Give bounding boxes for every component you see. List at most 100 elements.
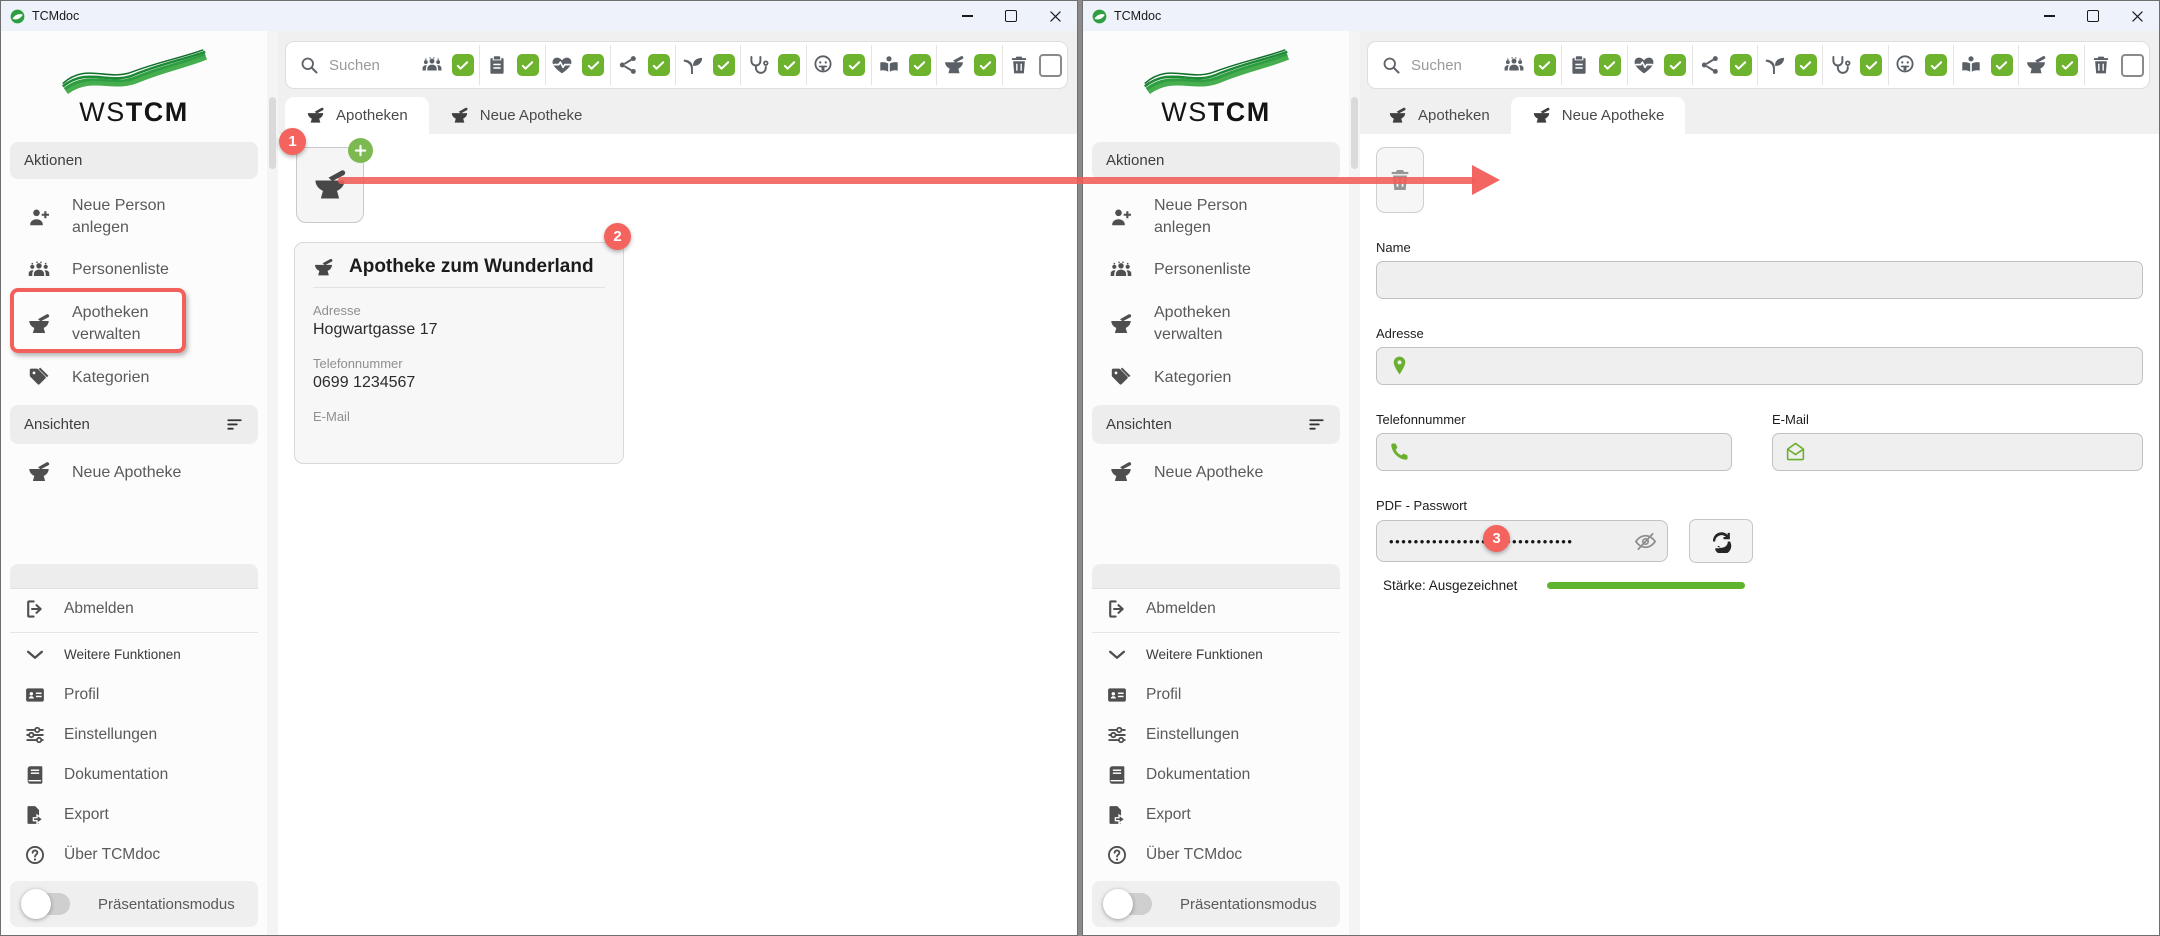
envelope-icon <box>1785 441 1806 462</box>
filter-checkbox-stethoscope[interactable] <box>778 54 800 76</box>
maximize-button[interactable] <box>989 1 1033 31</box>
sidebar-item-apotheken-verwalten[interactable]: Apotheken verwalten <box>1092 292 1340 355</box>
regenerate-password-button[interactable] <box>1689 519 1753 563</box>
toolbar <box>1367 41 2150 89</box>
mortar-pestle-icon <box>1532 106 1551 125</box>
sidebar-item-label: Über TCMdoc <box>1146 845 1242 866</box>
filter-checkbox-clipboard[interactable] <box>517 54 539 76</box>
name-input[interactable] <box>1376 261 2143 299</box>
sidebar-item-uber-tcmdoc[interactable]: Über TCMdoc <box>10 835 258 875</box>
sliders-icon <box>22 724 48 746</box>
filter-checkbox-face-tongue[interactable] <box>843 54 865 76</box>
logout-icon <box>22 598 48 620</box>
minimize-button[interactable] <box>2027 1 2071 31</box>
search-input[interactable] <box>327 56 403 75</box>
sidebar-item-profil[interactable]: Profil <box>1092 675 1340 715</box>
sliders-icon <box>1104 724 1130 746</box>
sort-lines-icon[interactable] <box>225 415 244 434</box>
sync-icon <box>1710 530 1733 553</box>
presentation-mode-toggle[interactable] <box>24 893 70 915</box>
sidebar-item-weitere-funktionen[interactable]: Weitere Funktionen <box>10 635 258 675</box>
share-nodes-icon <box>1699 54 1721 76</box>
sidebar-item-label: Personenliste <box>72 259 208 281</box>
filter-checkbox-mortar-pestle[interactable] <box>974 54 996 76</box>
filter-checkbox-clipboard[interactable] <box>1599 54 1621 76</box>
filter-checkbox-book-reader[interactable] <box>909 54 931 76</box>
sidebar-item-abmelden[interactable]: Abmelden <box>10 589 258 633</box>
pdf-password-input[interactable]: •••••••••••••••••••••••••••••• <box>1376 520 1668 562</box>
filter-checkbox-share-nodes[interactable] <box>1730 54 1752 76</box>
filter-checkbox-heart-pulse[interactable] <box>1664 54 1686 76</box>
search-input[interactable] <box>1409 56 1485 75</box>
tab-neue-apotheke[interactable]: Neue Apotheke <box>429 97 604 134</box>
email-label: E-Mail <box>1772 412 2143 427</box>
sidebar-item-profil[interactable]: Profil <box>10 675 258 715</box>
search-box[interactable] <box>286 42 415 88</box>
tab-bar: Apotheken Neue Apotheke <box>1367 97 2159 134</box>
filter-checkbox-seedling[interactable] <box>713 54 735 76</box>
filter-checkbox-share-nodes[interactable] <box>648 54 670 76</box>
sort-lines-icon[interactable] <box>1307 415 1326 434</box>
apotheke-card[interactable]: Apotheke zum Wunderland AdresseHogwartga… <box>294 242 624 464</box>
filter-checkbox-heart-pulse[interactable] <box>582 54 604 76</box>
sidebar-item-neue-person-anlegen[interactable]: Neue Person anlegen <box>10 185 258 248</box>
book-reader-icon <box>878 54 900 76</box>
sidebar-item-export[interactable]: Export <box>1092 795 1340 835</box>
presentation-mode-row: Präsentationsmodus <box>1092 881 1340 927</box>
maximize-button[interactable] <box>2071 1 2115 31</box>
search-box[interactable] <box>1368 42 1497 88</box>
eye-slash-icon[interactable] <box>1634 530 1657 553</box>
password-masked-value: •••••••••••••••••••••••••••••• <box>1389 534 1634 549</box>
person-plus-icon <box>1108 205 1134 229</box>
filter-checkbox-stethoscope[interactable] <box>1860 54 1882 76</box>
sidebar: WSTCM Aktionen Neue Person anlegenPerson… <box>1083 31 1349 935</box>
sidebar-item-personenliste[interactable]: Personenliste <box>1092 248 1340 292</box>
filter-checkbox-trash[interactable] <box>1039 54 1062 77</box>
sidebar-scrollbar[interactable] <box>1349 31 1360 935</box>
sidebar-item-einstellungen[interactable]: Einstellungen <box>10 715 258 755</box>
sidebar-footer: Abmelden Weitere FunktionenProfilEinstell… <box>10 588 258 935</box>
sidebar-item-dokumentation[interactable]: Dokumentation <box>10 755 258 795</box>
presentation-mode-row: Präsentationsmodus <box>10 881 258 927</box>
filter-checkbox-seedling[interactable] <box>1795 54 1817 76</box>
sidebar-item-kategorien[interactable]: Kategorien <box>10 355 258 399</box>
close-button[interactable] <box>2115 1 2159 31</box>
filter-checkbox-people-group[interactable] <box>452 54 474 76</box>
minimize-button[interactable] <box>945 1 989 31</box>
sidebar-item-dokumentation[interactable]: Dokumentation <box>1092 755 1340 795</box>
tab-apotheken[interactable]: Apotheken <box>1367 97 1511 134</box>
presentation-mode-toggle[interactable] <box>1106 893 1152 915</box>
mortar-pestle-icon <box>306 106 325 125</box>
filter-checkbox-face-tongue[interactable] <box>1925 54 1947 76</box>
sidebar-item-einstellungen[interactable]: Einstellungen <box>1092 715 1340 755</box>
filter-checkbox-trash[interactable] <box>2121 54 2144 77</box>
filter-checkbox-mortar-pestle[interactable] <box>2056 54 2078 76</box>
annotation-arrow-line <box>338 177 1476 184</box>
sidebar-item-uber-tcmdoc[interactable]: Über TCMdoc <box>1092 835 1340 875</box>
tab-apotheken[interactable]: Apotheken <box>285 97 429 134</box>
email-input[interactable] <box>1772 433 2143 471</box>
location-pin-icon <box>1389 355 1410 376</box>
sidebar-item-personenliste[interactable]: Personenliste <box>10 248 258 292</box>
sidebar-item-weitere-funktionen[interactable]: Weitere Funktionen <box>1092 635 1340 675</box>
adresse-input[interactable] <box>1376 347 2143 385</box>
sidebar-item-label: Abmelden <box>64 599 134 620</box>
tab-neue-apotheke[interactable]: Neue Apotheke <box>1511 97 1686 134</box>
sidebar-item-export[interactable]: Export <box>10 795 258 835</box>
filter-checkbox-people-group[interactable] <box>1534 54 1556 76</box>
add-apotheke-button[interactable] <box>296 147 364 223</box>
filter-toggles <box>1497 42 2149 88</box>
sidebar-item-neue-person-anlegen[interactable]: Neue Person anlegen <box>1092 185 1340 248</box>
close-button[interactable] <box>1033 1 1077 31</box>
filter-checkbox-book-reader[interactable] <box>1991 54 2013 76</box>
sidebar-item-kategorien[interactable]: Kategorien <box>1092 355 1340 399</box>
clipped-section-header <box>1092 564 1340 588</box>
sidebar-scrollbar[interactable] <box>267 31 278 935</box>
sidebar-item-neue-apotheke[interactable]: Neue Apotheke <box>10 450 258 494</box>
mortar-pestle-icon <box>450 106 469 125</box>
phone-icon <box>1389 441 1410 462</box>
sidebar-item-neue-apotheke[interactable]: Neue Apotheke <box>1092 450 1340 494</box>
sidebar-item-abmelden[interactable]: Abmelden <box>1092 589 1340 633</box>
telefon-input[interactable] <box>1376 433 1732 471</box>
filter-group-trash <box>1003 42 1067 88</box>
